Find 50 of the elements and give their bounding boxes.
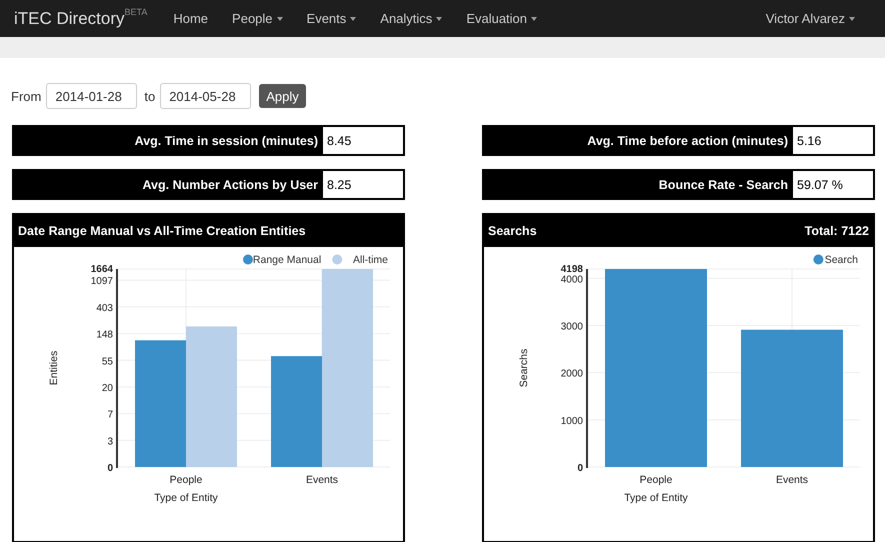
nav-link[interactable]: Home	[173, 11, 208, 26]
legend-label: All-time	[352, 254, 388, 266]
tick-label: 1000	[560, 416, 583, 427]
category-label: Events	[776, 474, 808, 486]
tick-label: 3	[107, 436, 113, 448]
tick-label: 1097	[90, 276, 113, 288]
nav-link[interactable]: Evaluation	[466, 11, 538, 26]
y-axis-title: Entities	[48, 350, 60, 386]
to-date-field[interactable]: 2014-05-28	[160, 83, 252, 109]
from-date-field[interactable]: 2014-01-28	[46, 83, 138, 109]
stat-value: 59.07 %	[793, 171, 873, 198]
stat-value: 8.45	[323, 127, 403, 154]
tick-label: 2000	[560, 368, 583, 380]
category-label: People	[170, 474, 202, 486]
nav-link[interactable]: Analytics	[380, 11, 442, 26]
y-axis-title: Searchs	[518, 348, 530, 388]
panel-title: Searchs	[488, 224, 537, 238]
tick-label: 4198	[560, 264, 583, 275]
user-menu[interactable]: Victor Alvarez	[766, 11, 855, 26]
stat-label: Avg. Time before action (minutes)	[586, 132, 789, 150]
tick-label: 4000	[560, 274, 583, 286]
total-count: Total: 7122	[804, 224, 869, 238]
apply-button[interactable]: Apply	[259, 84, 306, 108]
category-label: Events	[306, 474, 338, 486]
stat-label: Bounce Rate - Search	[658, 176, 789, 194]
tick-label: 1664	[90, 264, 113, 275]
stat-label: Avg. Number Actions by User	[141, 176, 319, 194]
stat-label: Avg. Time in session (minutes)	[134, 132, 319, 150]
x-axis-title: Type of Entity	[624, 492, 688, 504]
to-label: to	[144, 88, 156, 104]
brand-title[interactable]: iTEC Directory	[14, 8, 125, 28]
stat-value: 8.25	[323, 171, 403, 198]
tick-label: 148	[96, 330, 113, 341]
beta-label: BETA	[124, 6, 148, 16]
legend-label: Search	[824, 254, 858, 266]
tick-label: 55	[102, 356, 113, 368]
tick-label: 0	[107, 463, 113, 474]
tick-label: 7	[107, 410, 113, 421]
tick-label: 20	[102, 382, 113, 394]
from-label: From	[11, 88, 42, 104]
panel-title: Date Range Manual vs All-Time Creation Entities	[18, 224, 306, 238]
tick-label: 403	[96, 302, 113, 314]
tick-label: 0	[577, 463, 583, 474]
nav-link[interactable]: People	[232, 11, 283, 26]
tick-label: 3000	[560, 322, 583, 332]
x-axis-title: Type of Entity	[154, 492, 218, 504]
nav-link[interactable]: Events	[306, 11, 356, 26]
category-label: People	[640, 474, 672, 486]
stat-value: 5.16	[793, 127, 873, 154]
legend-label: Range Manual	[252, 254, 322, 266]
